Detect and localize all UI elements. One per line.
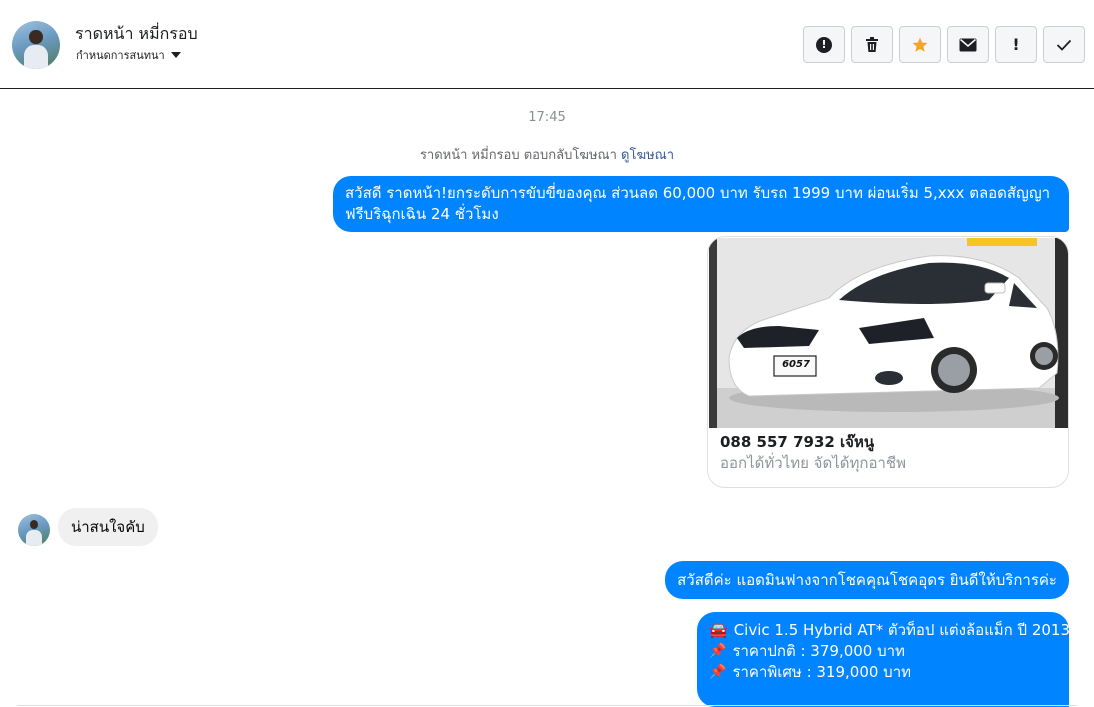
view-ad-link[interactable]: ดูโฆษณา [621, 148, 674, 163]
avatar[interactable] [18, 514, 50, 546]
ad-reply-text: ราดหน้า หมี่กรอบ ตอบกลับโฆษณา [419, 148, 617, 163]
message-line: 🚘 Civic 1.5 Hybrid AT* ตัวท็อป แต่งล้อแม… [709, 620, 1069, 641]
ad-reply-note: ราดหน้า หมี่กรอบ ตอบกลับโฆษณา ดูโฆษณา [0, 144, 1094, 165]
conversation-status-dropdown[interactable]: กำหนดการสนทนา [76, 46, 181, 64]
message-line: 📌 ราคาพิเศษ : 319,000 บาท [709, 662, 1057, 683]
mark-unread-button[interactable] [947, 26, 989, 63]
message-line-text: Civic 1.5 Hybrid AT* ตัวท็อป แต่งล้อแม็ก… [733, 621, 1069, 639]
outgoing-message[interactable]: สวัสดีค่ะ แอดมินฟางจากโชคคุณโชคอุดร ยินด… [665, 561, 1069, 599]
flag-button[interactable]: ! [995, 26, 1037, 63]
car-icon: 🚘 [709, 621, 728, 639]
message-line-text: ราคาปกติ : 379,000 บาท [732, 642, 905, 660]
exclamation-icon: ! [1012, 35, 1020, 54]
done-button[interactable] [1043, 26, 1085, 63]
license-plate: 6057 [782, 359, 810, 370]
message-line: 📌 ราคาปกติ : 379,000 บาท [709, 641, 1057, 662]
conversation-status-label: กำหนดการสนทนา [76, 49, 165, 62]
star-icon [912, 37, 928, 52]
outgoing-message[interactable]: 🚘 Civic 1.5 Hybrid AT* ตัวท็อป แต่งล้อแม… [697, 612, 1069, 707]
conversation-header: ราดหน้า หมี่กรอบ กำหนดการสนทนา ! ! [0, 0, 1094, 89]
report-button[interactable]: ! [803, 26, 845, 63]
caret-down-icon [170, 52, 181, 58]
alert-circle-icon: ! [816, 36, 832, 53]
contact-name[interactable]: ราดหน้า หมี่กรอบ [75, 22, 198, 47]
avatar[interactable] [12, 21, 60, 69]
trash-icon [866, 37, 878, 52]
divider [17, 705, 1077, 706]
message-line-text: ราคาพิเศษ : 319,000 บาท [732, 663, 912, 681]
delete-button[interactable] [851, 26, 893, 63]
car-image: 6057 [709, 238, 1068, 428]
checkmark-icon [1056, 39, 1072, 51]
star-button[interactable] [899, 26, 941, 63]
ad-card[interactable]: 6057 088 557 7932 เจ๊หนู ออกได้ทั่วไทย จ… [707, 236, 1069, 488]
message-timestamp: 17:45 [528, 110, 566, 125]
incoming-message[interactable]: น่าสนใจคับ [58, 508, 158, 546]
ad-card-subtitle: ออกได้ทั่วไทย จัดได้ทุกอาชีพ [720, 454, 906, 472]
envelope-icon [959, 38, 977, 51]
toolbar: ! ! [803, 26, 1085, 63]
outgoing-message[interactable]: สวัสดี ราดหน้า!ยกระดับการขับขี่ของคุณ ส่… [333, 176, 1069, 232]
pin-icon: 📌 [709, 643, 727, 659]
pin-icon: 📌 [709, 664, 727, 680]
